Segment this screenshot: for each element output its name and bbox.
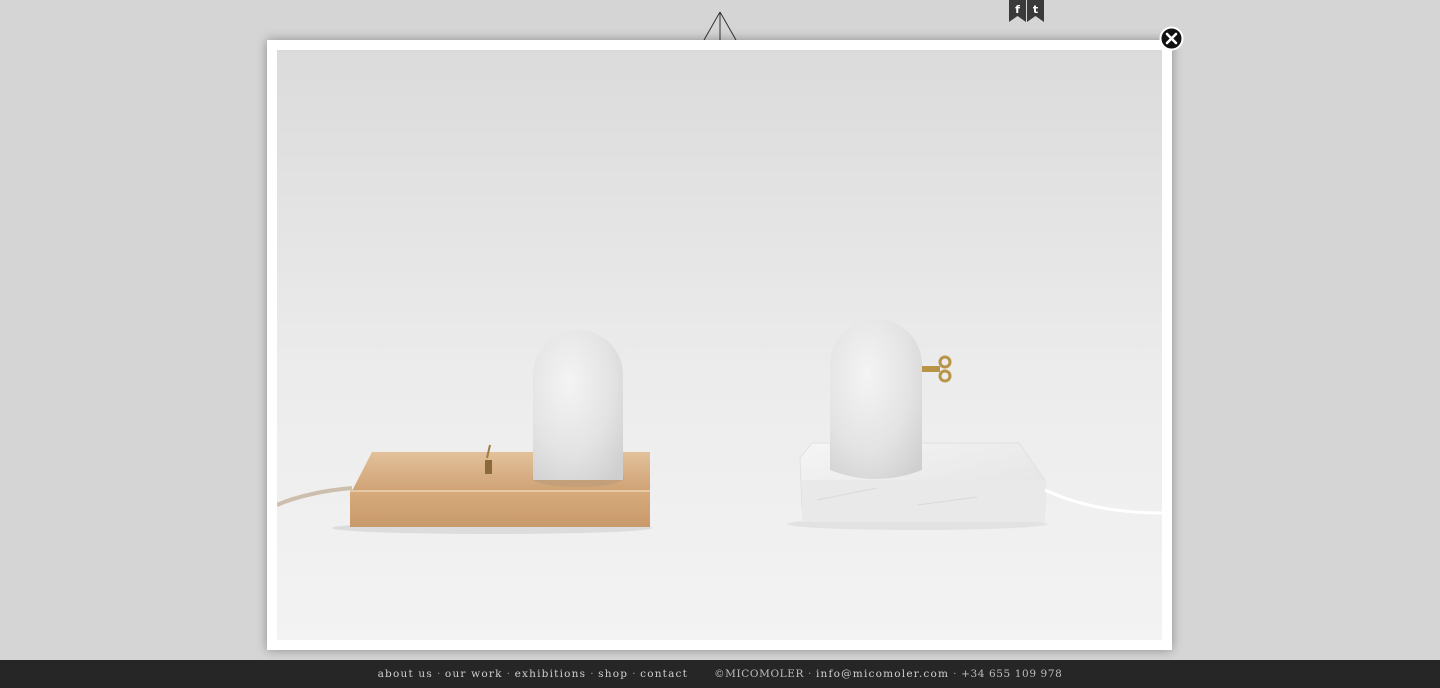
footer-link-shop[interactable]: shop — [598, 668, 628, 680]
footer-link-contact[interactable]: contact — [640, 668, 688, 680]
lightbox-photo[interactable] — [277, 50, 1162, 640]
footer-info: ©MICOMOLER · info@micomoler.com · +34 65… — [714, 668, 1062, 680]
footer-phone: +34 655 109 978 — [961, 668, 1063, 680]
close-icon — [1159, 26, 1184, 51]
svg-text:t: t — [1033, 3, 1038, 16]
svg-text:f: f — [1015, 3, 1020, 16]
footer-separator: · — [632, 668, 637, 680]
social-links: f t — [1009, 0, 1044, 22]
footer-separator: · — [953, 668, 958, 680]
footer-link-exhibitions[interactable]: exhibitions — [515, 668, 587, 680]
footer: about us · our work · exhibitions · shop… — [0, 660, 1440, 688]
footer-separator: · — [808, 668, 812, 680]
footer-link-about-us[interactable]: about us — [378, 668, 433, 680]
lightbox — [267, 40, 1172, 650]
twitter-icon[interactable]: t — [1027, 0, 1044, 22]
footer-nav: about us · our work · exhibitions · shop… — [378, 668, 688, 680]
footer-separator: · — [506, 668, 511, 680]
footer-separator: · — [436, 668, 441, 680]
triangle-logo-icon[interactable] — [700, 10, 740, 41]
footer-email-link[interactable]: info@micomoler.com — [816, 668, 949, 680]
footer-copyright: ©MICOMOLER — [714, 668, 805, 680]
footer-link-our-work[interactable]: our work — [445, 668, 503, 680]
footer-separator: · — [590, 668, 595, 680]
facebook-icon[interactable]: f — [1009, 0, 1026, 22]
close-button[interactable] — [1159, 26, 1184, 51]
